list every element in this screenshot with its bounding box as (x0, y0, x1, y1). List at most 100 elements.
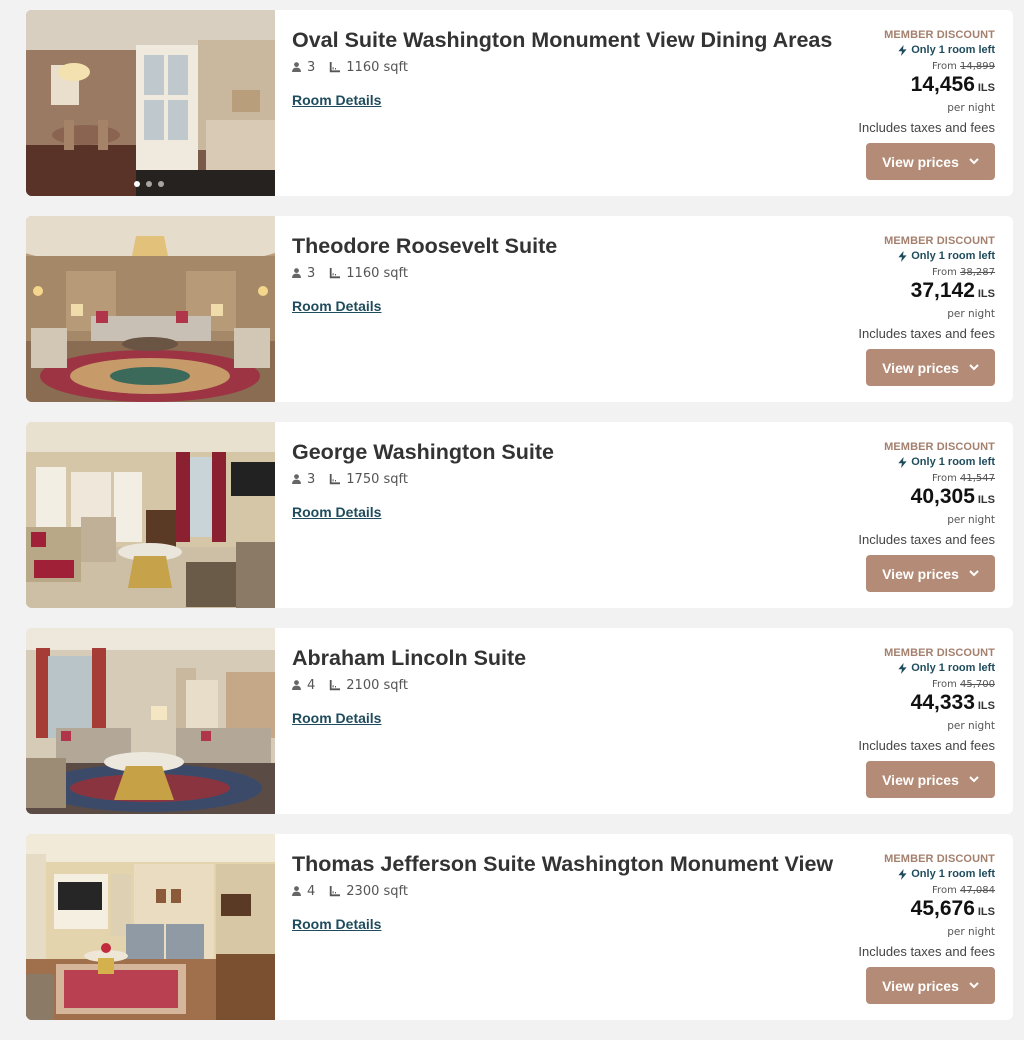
room-photo[interactable] (26, 422, 275, 608)
room-details-link[interactable]: Room Details (292, 916, 381, 932)
view-prices-label: View prices (882, 359, 959, 376)
floor-plan-icon (330, 885, 341, 896)
room-size: 1160 sqft (346, 265, 408, 281)
guest-count-group: 3 (292, 266, 315, 281)
guest-count: 3 (307, 59, 316, 75)
room-card: George Washington Suite 3 1750 sqft Room… (26, 422, 1013, 608)
rooms-left-text: Only 1 room left (911, 44, 995, 56)
price-amount: 40,305 (910, 485, 975, 508)
room-details-link[interactable]: Room Details (292, 92, 381, 108)
old-price: 47,084 (960, 885, 995, 896)
room-size: 1160 sqft (346, 59, 408, 75)
member-discount-label: MEMBER DISCOUNT (884, 647, 995, 659)
taxes-note: Includes taxes and fees (858, 532, 995, 547)
availability-notice: Only 1 room left (755, 42, 995, 58)
room-photo[interactable] (26, 834, 275, 1020)
price-amount: 45,676 (910, 897, 975, 920)
availability-notice: Only 1 room left (755, 248, 995, 264)
original-price: From 47,084 (755, 884, 995, 898)
view-prices-label: View prices (882, 153, 959, 170)
per-night-label: per night (947, 926, 995, 938)
currency-label: ILS (977, 494, 995, 506)
current-price: 14,456 ILS (755, 74, 995, 99)
room-list: Oval Suite Washington Monument View Dini… (26, 10, 1013, 1040)
taxes-note: Includes taxes and fees (858, 944, 995, 959)
from-label: From (932, 61, 957, 72)
old-price: 14,899 (960, 61, 995, 72)
room-photo[interactable] (26, 10, 275, 196)
photo-carousel-dots (134, 181, 164, 187)
guest-count-group: 3 (292, 60, 315, 75)
room-details-link[interactable]: Room Details (292, 710, 381, 726)
price-amount: 37,142 (910, 279, 975, 302)
guest-count: 3 (307, 265, 316, 281)
member-discount-label: MEMBER DISCOUNT (884, 441, 995, 453)
availability-notice: Only 1 room left (755, 660, 995, 676)
person-icon (292, 680, 301, 690)
chevron-down-icon (969, 776, 979, 783)
room-photo[interactable] (26, 216, 275, 402)
current-price: 45,676 ILS (755, 898, 995, 923)
floor-plan-icon (330, 473, 341, 484)
current-price: 37,142 ILS (755, 280, 995, 305)
carousel-dot[interactable] (134, 181, 140, 187)
chevron-down-icon (969, 570, 979, 577)
rooms-left-text: Only 1 room left (911, 868, 995, 880)
taxes-note: Includes taxes and fees (858, 326, 995, 341)
currency-label: ILS (977, 288, 995, 300)
lightning-icon (898, 456, 907, 468)
chevron-down-icon (969, 158, 979, 165)
floor-plan-icon (330, 679, 341, 690)
price-amount: 14,456 (910, 73, 975, 96)
guest-count: 4 (307, 883, 316, 899)
room-card: Abraham Lincoln Suite 4 2100 sqft Room D… (26, 628, 1013, 814)
price-block: MEMBER DISCOUNT Only 1 room left From 14… (755, 28, 995, 137)
per-night-label: per night (947, 308, 995, 320)
view-prices-button[interactable]: View prices (866, 967, 995, 1004)
rooms-left-text: Only 1 room left (911, 250, 995, 262)
room-details-link[interactable]: Room Details (292, 504, 381, 520)
chevron-down-icon (969, 364, 979, 371)
guest-count-group: 3 (292, 472, 315, 487)
carousel-dot[interactable] (146, 181, 152, 187)
currency-label: ILS (977, 906, 995, 918)
taxes-note: Includes taxes and fees (858, 120, 995, 135)
guest-count: 4 (307, 677, 316, 693)
lightning-icon (898, 44, 907, 56)
price-amount: 44,333 (910, 691, 975, 714)
room-card: Oval Suite Washington Monument View Dini… (26, 10, 1013, 196)
view-prices-label: View prices (882, 977, 959, 994)
view-prices-button[interactable]: View prices (866, 555, 995, 592)
currency-label: ILS (977, 82, 995, 94)
price-block: MEMBER DISCOUNT Only 1 room left From 45… (755, 646, 995, 755)
currency-label: ILS (977, 700, 995, 712)
original-price: From 45,700 (755, 678, 995, 692)
member-discount-label: MEMBER DISCOUNT (884, 853, 995, 865)
price-block: MEMBER DISCOUNT Only 1 room left From 47… (755, 852, 995, 961)
room-card: Thomas Jefferson Suite Washington Monume… (26, 834, 1013, 1020)
from-label: From (932, 885, 957, 896)
original-price: From 38,287 (755, 266, 995, 280)
chevron-down-icon (969, 982, 979, 989)
room-photo[interactable] (26, 628, 275, 814)
view-prices-button[interactable]: View prices (866, 761, 995, 798)
price-block: MEMBER DISCOUNT Only 1 room left From 41… (755, 440, 995, 549)
member-discount-label: MEMBER DISCOUNT (884, 29, 995, 41)
current-price: 44,333 ILS (755, 692, 995, 717)
carousel-dot[interactable] (158, 181, 164, 187)
original-price: From 41,547 (755, 472, 995, 486)
room-size: 1750 sqft (346, 471, 408, 487)
person-icon (292, 886, 301, 896)
room-size-group: 1750 sqft (329, 472, 408, 487)
person-icon (292, 62, 301, 72)
old-price: 41,547 (960, 473, 995, 484)
room-size-group: 2300 sqft (329, 884, 408, 899)
original-price: From 14,899 (755, 60, 995, 74)
view-prices-button[interactable]: View prices (866, 349, 995, 386)
guest-count-group: 4 (292, 884, 315, 899)
availability-notice: Only 1 room left (755, 866, 995, 882)
view-prices-button[interactable]: View prices (866, 143, 995, 180)
room-details-link[interactable]: Room Details (292, 298, 381, 314)
room-size-group: 1160 sqft (329, 60, 408, 75)
person-icon (292, 474, 301, 484)
